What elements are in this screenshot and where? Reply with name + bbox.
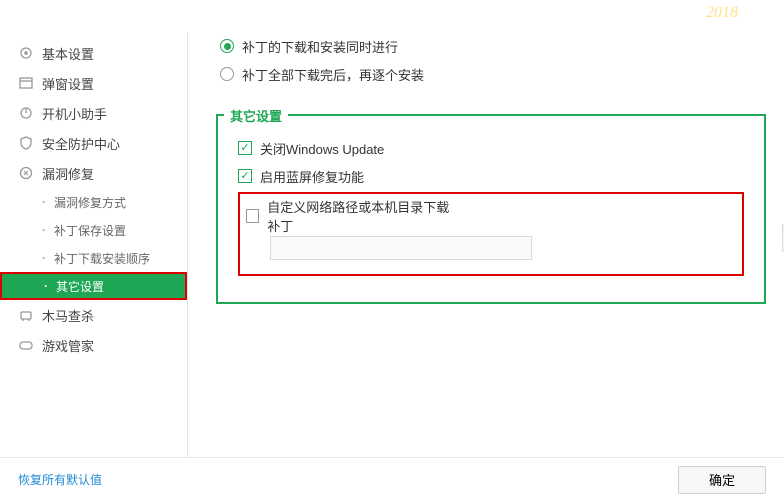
window-icon — [18, 75, 34, 91]
sidebar-sub-patch-order[interactable]: 补丁下载安装顺序 — [0, 244, 187, 272]
checkbox-icon: ✓ — [238, 169, 252, 183]
sidebar-label: 开机小助手 — [42, 104, 107, 123]
other-settings-fieldset: 其它设置 ✓ 关闭Windows Update ✓ 启用蓝屏修复功能 ✓ 自定义… — [216, 114, 766, 304]
radio-label: 补丁全部下载完后，再逐个安装 — [242, 65, 424, 84]
main-body: 基本设置 弹窗设置 开机小助手 安全防护中心 漏洞修复 漏洞修复方式 补丁保存设… — [0, 32, 784, 457]
content-panel: 补丁的下载和安装同时进行 补丁全部下载完后，再逐个安装 其它设置 ✓ 关闭Win… — [188, 32, 784, 457]
sidebar-sub-patch-save[interactable]: 补丁保存设置 — [0, 216, 187, 244]
custom-path-wrap: ✓ 自定义网络路径或本机目录下载补丁 选择目录 — [238, 192, 744, 276]
fieldset-legend: 其它设置 — [224, 106, 288, 125]
sidebar-label: 基本设置 — [42, 44, 94, 63]
radio-download-then-install[interactable]: 补丁全部下载完后，再逐个安装 — [220, 60, 766, 88]
ok-button[interactable]: 确定 — [678, 466, 766, 494]
window-title: 360设置中心 — [12, 6, 91, 26]
gear-icon — [18, 45, 34, 61]
checkbox-icon: ✓ — [238, 141, 252, 155]
sidebar-label: 游戏管家 — [42, 336, 94, 355]
sidebar-label: 安全防护中心 — [42, 134, 120, 153]
radio-label: 补丁的下载和安装同时进行 — [242, 37, 398, 56]
power-icon — [18, 105, 34, 121]
radio-icon — [220, 39, 234, 53]
sidebar-label: 漏洞修复 — [42, 164, 94, 183]
checkbox-label: 启用蓝屏修复功能 — [260, 167, 364, 186]
sidebar-label: 弹窗设置 — [42, 74, 94, 93]
footer-bar: 恢复所有默认值 确定 — [0, 457, 784, 501]
checkbox-label: 关闭Windows Update — [260, 139, 384, 158]
sidebar-sub-repair-mode[interactable]: 漏洞修复方式 — [0, 188, 187, 216]
sidebar-label: 木马查杀 — [42, 306, 94, 325]
checkbox-label: 自定义网络路径或本机目录下载补丁 — [267, 197, 462, 235]
radio-download-install-parallel[interactable]: 补丁的下载和安装同时进行 — [220, 32, 766, 60]
wrench-icon — [18, 165, 34, 181]
sidebar-item-trojan[interactable]: 木马查杀 — [0, 300, 187, 330]
titlebar: 360设置中心 2018 — [0, 0, 784, 32]
game-icon — [18, 337, 34, 353]
sidebar-item-game[interactable]: 游戏管家 — [0, 330, 187, 360]
custom-path-highlight: ✓ 自定义网络路径或本机目录下载补丁 — [238, 192, 744, 276]
sidebar-item-basic[interactable]: 基本设置 — [0, 38, 187, 68]
year-badge: 2018 — [706, 4, 738, 22]
sidebar: 基本设置 弹窗设置 开机小助手 安全防护中心 漏洞修复 漏洞修复方式 补丁保存设… — [0, 32, 188, 457]
shield-icon — [18, 135, 34, 151]
sidebar-item-boot[interactable]: 开机小助手 — [0, 98, 187, 128]
close-button[interactable] — [756, 6, 774, 24]
checkbox-bsod-repair[interactable]: ✓ 启用蓝屏修复功能 — [238, 162, 744, 190]
restore-defaults-link[interactable]: 恢复所有默认值 — [18, 471, 102, 488]
radio-icon — [220, 67, 234, 81]
checkbox-custom-path[interactable]: ✓ 自定义网络路径或本机目录下载补丁 — [246, 202, 462, 230]
sidebar-item-patch[interactable]: 漏洞修复 — [0, 158, 187, 188]
checkbox-disable-windows-update[interactable]: ✓ 关闭Windows Update — [238, 134, 744, 162]
sidebar-item-popup[interactable]: 弹窗设置 — [0, 68, 187, 98]
horse-icon — [18, 307, 34, 323]
custom-path-input[interactable] — [270, 236, 532, 260]
sidebar-item-security[interactable]: 安全防护中心 — [0, 128, 187, 158]
sidebar-sub-other[interactable]: 其它设置 — [0, 272, 187, 300]
checkbox-icon: ✓ — [246, 209, 259, 223]
close-icon — [756, 6, 774, 24]
